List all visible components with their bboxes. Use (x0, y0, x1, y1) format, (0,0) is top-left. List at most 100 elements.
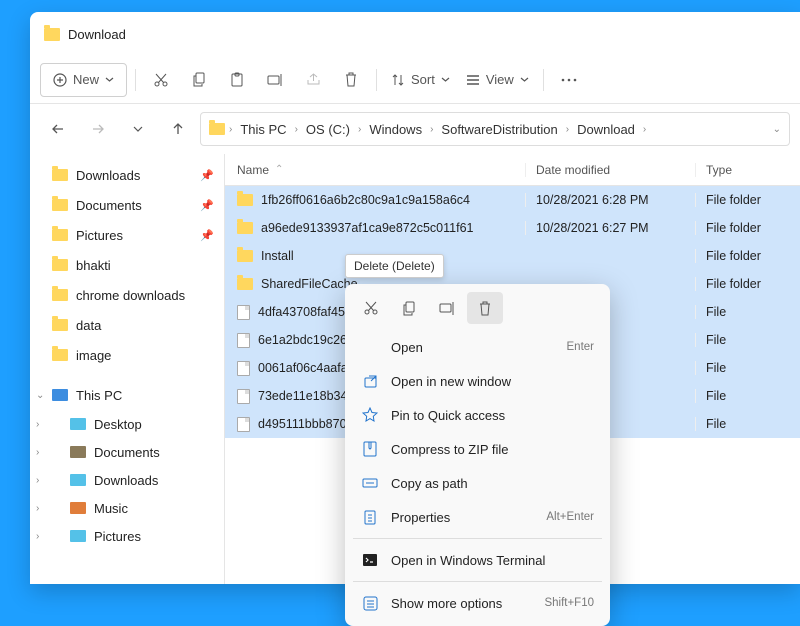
paste-icon (230, 72, 244, 87)
sidebar-item[interactable]: chrome downloads (30, 280, 224, 310)
share-button[interactable] (296, 63, 330, 97)
properties-icon (361, 508, 379, 526)
recent-button[interactable] (120, 111, 156, 147)
file-icon (237, 389, 250, 404)
sidebar-item[interactable]: data (30, 310, 224, 340)
ctx-rename-button[interactable] (429, 292, 465, 324)
chevron-right-icon[interactable]: › (295, 124, 298, 135)
sidebar-item-label: Downloads (94, 473, 158, 488)
chevron-down-icon (105, 75, 114, 84)
view-button[interactable]: View (460, 63, 535, 97)
sidebar-item-label: This PC (76, 388, 122, 403)
chevron-right-icon[interactable]: › (36, 419, 39, 430)
sidebar-item[interactable]: ›Music (30, 494, 224, 522)
column-name[interactable]: Name ⌃ (225, 163, 525, 177)
tooltip: Delete (Delete) (345, 254, 444, 278)
copy-icon (192, 72, 206, 87)
sidebar: Downloads📌Documents📌Pictures📌bhaktichrom… (30, 154, 225, 584)
path-icon (361, 474, 379, 492)
address-bar[interactable]: › This PC › OS (C:) › Windows › SoftwareDistri… (200, 112, 790, 146)
folder-icon (237, 222, 253, 234)
chevron-down-icon[interactable]: ⌄ (773, 124, 781, 135)
folder-icon (70, 502, 86, 514)
ctx-delete-button[interactable] (467, 292, 503, 324)
sidebar-item-this-pc[interactable]: ⌄ This PC (30, 380, 224, 410)
context-menu-item[interactable]: PropertiesAlt+Enter (351, 500, 604, 534)
rename-button[interactable] (258, 63, 292, 97)
breadcrumb-item[interactable]: OS (C:) (302, 120, 354, 139)
context-menu-item[interactable]: Show more optionsShift+F10 (351, 586, 604, 620)
new-button-label: New (73, 72, 99, 87)
sidebar-item-label: Pictures (94, 529, 141, 544)
context-menu-item[interactable]: Compress to ZIP file (351, 432, 604, 466)
sidebar-item[interactable]: bhakti (30, 250, 224, 280)
ctx-copy-button[interactable] (391, 292, 427, 324)
column-date[interactable]: Date modified (525, 163, 695, 177)
breadcrumb-item[interactable]: This PC (236, 120, 290, 139)
trash-icon (344, 72, 358, 87)
chevron-right-icon[interactable]: › (36, 503, 39, 514)
new-button[interactable]: New (40, 63, 127, 97)
rename-icon (439, 302, 455, 315)
table-row[interactable]: a96ede9133937af1ca9e872c5c011f6110/28/20… (225, 214, 800, 242)
breadcrumb-item[interactable]: Download (573, 120, 639, 139)
context-menu-item[interactable]: Pin to Quick access (351, 398, 604, 432)
table-row[interactable]: 1fb26ff0616a6b2c80c9a1c9a158a6c410/28/20… (225, 186, 800, 214)
chevron-down-icon[interactable]: ⌄ (36, 390, 44, 401)
chevron-right-icon[interactable]: › (430, 124, 433, 135)
context-menu-item[interactable]: Copy as path (351, 466, 604, 500)
breadcrumb-item[interactable]: SoftwareDistribution (437, 120, 561, 139)
sidebar-item-label: bhakti (76, 258, 111, 273)
sidebar-item[interactable]: Pictures📌 (30, 220, 224, 250)
sidebar-item[interactable]: ›Documents (30, 438, 224, 466)
context-menu-item[interactable]: Open in Windows Terminal (351, 543, 604, 577)
paste-button[interactable] (220, 63, 254, 97)
pin-icon: 📌 (200, 169, 214, 182)
delete-button[interactable] (334, 63, 368, 97)
trash-icon (478, 301, 492, 316)
sidebar-item[interactable]: › Downloads (30, 466, 224, 494)
copy-icon (402, 301, 416, 316)
nav-bar: › This PC › OS (C:) › Windows › SoftwareDistri… (30, 104, 800, 154)
arrow-right-icon (91, 122, 105, 136)
context-menu-item[interactable]: OpenEnter (351, 330, 604, 364)
sidebar-item[interactable]: image (30, 340, 224, 370)
up-button[interactable] (160, 111, 196, 147)
context-menu-item[interactable]: Open in new window (351, 364, 604, 398)
sort-button[interactable]: Sort (385, 63, 456, 97)
context-menu: OpenEnterOpen in new window Pin to Quick … (345, 284, 610, 626)
table-row[interactable]: InstallFile folder (225, 242, 800, 270)
zip-icon (361, 440, 379, 458)
folder-icon (209, 123, 225, 135)
copy-button[interactable] (182, 63, 216, 97)
forward-button[interactable] (80, 111, 116, 147)
sidebar-item[interactable]: ›Desktop (30, 410, 224, 438)
context-menu-shortcut: Alt+Enter (546, 511, 594, 523)
folder-icon (52, 349, 68, 361)
sidebar-item[interactable]: Documents📌 (30, 190, 224, 220)
back-button[interactable] (40, 111, 76, 147)
chevron-right-icon[interactable]: › (643, 124, 646, 135)
file-icon (237, 417, 250, 432)
column-type[interactable]: Type (695, 163, 800, 177)
file-type: File (695, 333, 800, 347)
context-menu-label: Open (391, 340, 423, 355)
sidebar-item[interactable]: › Pictures (30, 522, 224, 550)
file-icon (237, 333, 250, 348)
ctx-cut-button[interactable] (353, 292, 389, 324)
more-button[interactable] (552, 63, 586, 97)
chevron-right-icon[interactable]: › (566, 124, 569, 135)
chevron-right-icon[interactable]: › (36, 531, 39, 542)
pin-icon: 📌 (200, 199, 214, 212)
arrow-left-icon (51, 122, 65, 136)
context-menu-label: Pin to Quick access (391, 408, 505, 423)
chevron-right-icon[interactable]: › (36, 475, 39, 486)
cut-button[interactable] (144, 63, 178, 97)
sidebar-item[interactable]: Downloads📌 (30, 160, 224, 190)
sort-icon (391, 73, 405, 87)
folder-icon (70, 446, 86, 458)
chevron-right-icon[interactable]: › (36, 447, 39, 458)
divider (376, 69, 377, 91)
breadcrumb-item[interactable]: Windows (365, 120, 426, 139)
chevron-right-icon[interactable]: › (358, 124, 361, 135)
